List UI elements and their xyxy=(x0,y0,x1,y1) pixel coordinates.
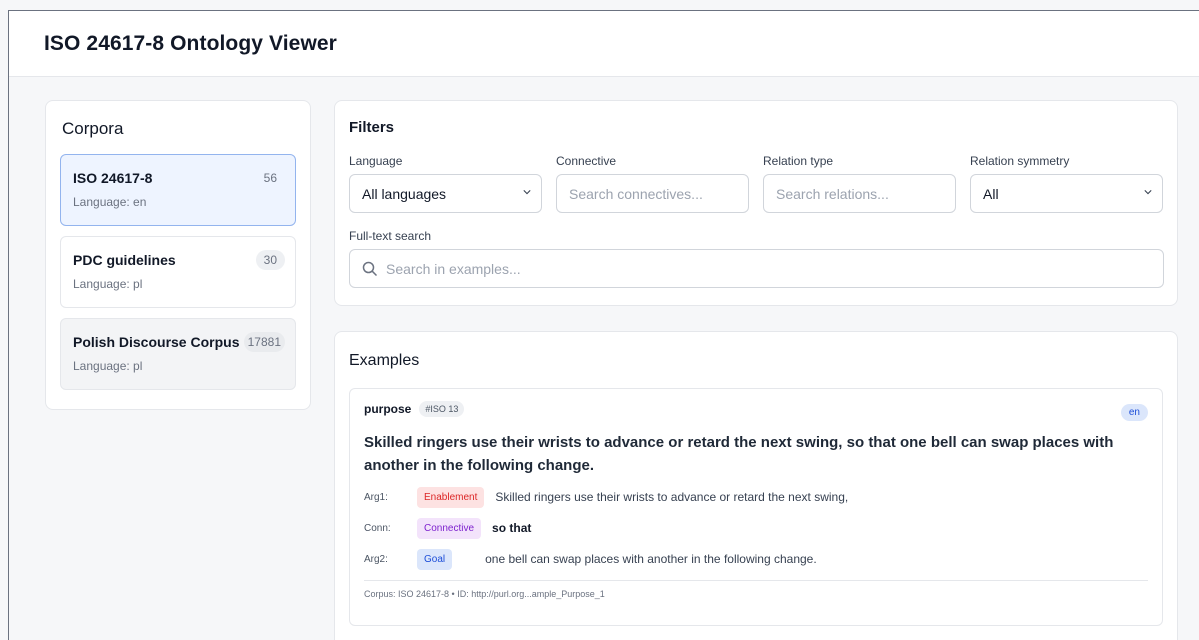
language-badge: en xyxy=(1120,404,1148,421)
top-bar: ISO 24617-8 Ontology Viewer xyxy=(9,11,1199,77)
corpus-count-badge: 17881 xyxy=(243,332,285,352)
example-card[interactable]: purpose #ISO 13 en Skilled ringers use t… xyxy=(349,388,1163,626)
symmetry-filter: Relation symmetry All xyxy=(970,154,1163,213)
corpus-count-badge: 30 xyxy=(255,250,285,270)
example-sentence: Skilled ringers use their wrists to adva… xyxy=(364,434,1114,474)
language-select[interactable]: All languages xyxy=(349,174,542,213)
arg2-text: one bell can swap places with another in… xyxy=(485,552,817,566)
relation-type-filter: Relation type Search relations... xyxy=(763,154,956,213)
fulltext-placeholder: Search in examples... xyxy=(386,260,521,277)
corpus-name: PDC guidelines xyxy=(73,252,176,268)
corpus-language: Language: pl xyxy=(73,277,143,291)
example-footer: Corpus: ISO 24617-8 • ID: http://purl.or… xyxy=(364,580,1148,599)
relation-type-input[interactable]: Search relations... xyxy=(763,174,956,213)
arg1-key: Arg1: xyxy=(364,491,388,503)
corpus-count-badge: 56 xyxy=(263,171,277,185)
corpora-panel: Corpora ISO 24617-8 Language: en 56 PDC … xyxy=(45,100,311,410)
arg2-row: Arg2: Goal one bell can swap places with… xyxy=(364,548,1148,570)
relation-name: purpose xyxy=(364,402,412,416)
example-tag: #ISO 13 xyxy=(419,401,465,417)
corpus-language: Language: en xyxy=(73,195,147,209)
search-icon xyxy=(362,261,378,276)
arg1-text: Skilled ringers use their wrists to adva… xyxy=(495,490,849,504)
symmetry-select[interactable]: All xyxy=(970,174,1163,213)
language-select-value: All languages xyxy=(362,185,447,202)
language-label: Language xyxy=(349,154,403,168)
examples-panel: Examples purpose #ISO 13 en Skilled ring… xyxy=(334,331,1178,640)
app-window: ISO 24617-8 Ontology Viewer Corpora ISO … xyxy=(8,10,1199,640)
connective-filter: Connective Search connectives... xyxy=(556,154,749,213)
filter-row: Language All languages Connective Search… xyxy=(349,154,1163,213)
corpus-item-polish-discourse-corpus[interactable]: Polish Discourse Corpus Language: pl 178… xyxy=(60,318,296,390)
example-header: purpose #ISO 13 xyxy=(364,401,1148,417)
corpus-name: ISO 24617-8 xyxy=(73,170,153,186)
arg2-role-badge: Goal xyxy=(417,548,453,570)
connective-label: Connective xyxy=(556,154,617,168)
relation-type-placeholder: Search relations... xyxy=(776,185,889,202)
arg1-row: Arg1: Enablement Skilled ringers use the… xyxy=(364,486,1148,508)
conn-row: Conn: Connective so that xyxy=(364,517,1148,539)
symmetry-label: Relation symmetry xyxy=(970,154,1070,168)
conn-text: so that xyxy=(492,521,532,535)
connective-placeholder: Search connectives... xyxy=(569,185,703,202)
arg1-role-badge: Enablement xyxy=(417,486,485,508)
symmetry-select-value: All xyxy=(983,185,999,202)
corpus-item-iso-24617-8[interactable]: ISO 24617-8 Language: en 56 xyxy=(60,154,296,226)
relation-type-label: Relation type xyxy=(763,154,834,168)
corpus-language: Language: pl xyxy=(73,359,143,373)
chevron-down-icon xyxy=(1144,190,1152,195)
corpora-title: Corpora xyxy=(62,119,124,138)
connective-input[interactable]: Search connectives... xyxy=(556,174,749,213)
app-title: ISO 24617-8 Ontology Viewer xyxy=(44,31,337,55)
examples-title: Examples xyxy=(349,352,420,369)
fulltext-search-input[interactable]: Search in examples... xyxy=(349,249,1164,288)
filters-title: Filters xyxy=(349,119,395,136)
language-filter: Language All languages xyxy=(349,154,542,213)
corpus-item-pdc-guidelines[interactable]: PDC guidelines Language: pl 30 xyxy=(60,236,296,308)
conn-key: Conn: xyxy=(364,522,391,534)
arg2-key: Arg2: xyxy=(364,553,388,565)
fulltext-label: Full-text search xyxy=(349,229,432,243)
conn-role-badge: Connective xyxy=(417,517,482,539)
filters-panel: Filters Language All languages Connectiv… xyxy=(334,100,1178,306)
chevron-down-icon xyxy=(523,190,531,195)
